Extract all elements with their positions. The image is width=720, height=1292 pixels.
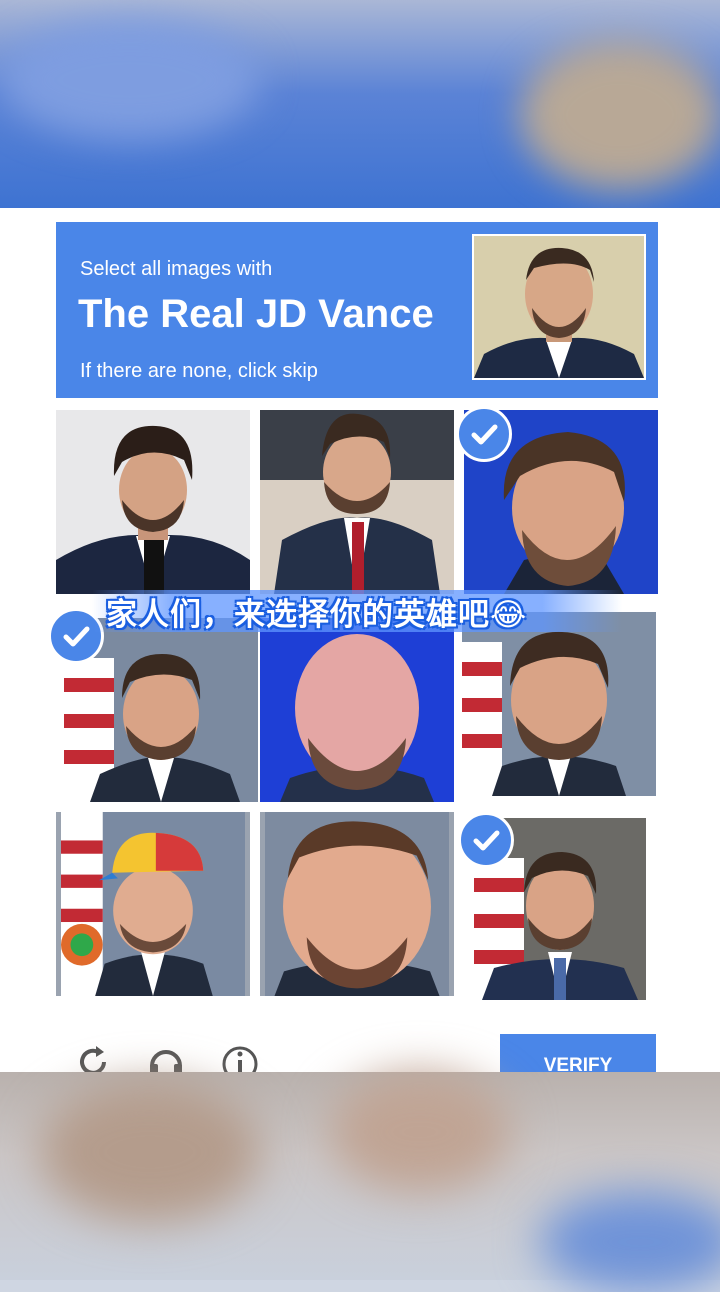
caption-text: 家人们，来选择你的英雄吧😂 — [106, 596, 528, 633]
captcha-tile[interactable] — [462, 612, 656, 796]
selected-check-icon — [458, 812, 514, 868]
captcha-header: Select all images with The Real JD Vance… — [56, 222, 658, 398]
captcha-tile[interactable] — [260, 618, 454, 802]
reload-icon[interactable] — [74, 1042, 114, 1072]
selected-check-icon — [456, 406, 512, 462]
info-icon[interactable] — [220, 1042, 260, 1072]
skip-hint: If there are none, click skip — [80, 360, 318, 382]
captcha-tile[interactable] — [56, 410, 250, 594]
reference-photo — [472, 234, 646, 380]
video-caption: 家人们，来选择你的英雄吧😂 — [92, 584, 632, 638]
blurred-background-top — [0, 0, 720, 208]
target-title: The Real JD Vance — [78, 292, 434, 336]
captcha-tile[interactable] — [260, 812, 454, 996]
headphones-icon[interactable] — [146, 1042, 186, 1072]
blurred-background-bottom — [0, 1072, 720, 1292]
instruction-text: Select all images with — [80, 258, 273, 280]
verify-button[interactable]: VERIFY — [500, 1034, 656, 1072]
captcha-tile[interactable] — [56, 812, 250, 996]
captcha-tile[interactable] — [260, 410, 454, 594]
